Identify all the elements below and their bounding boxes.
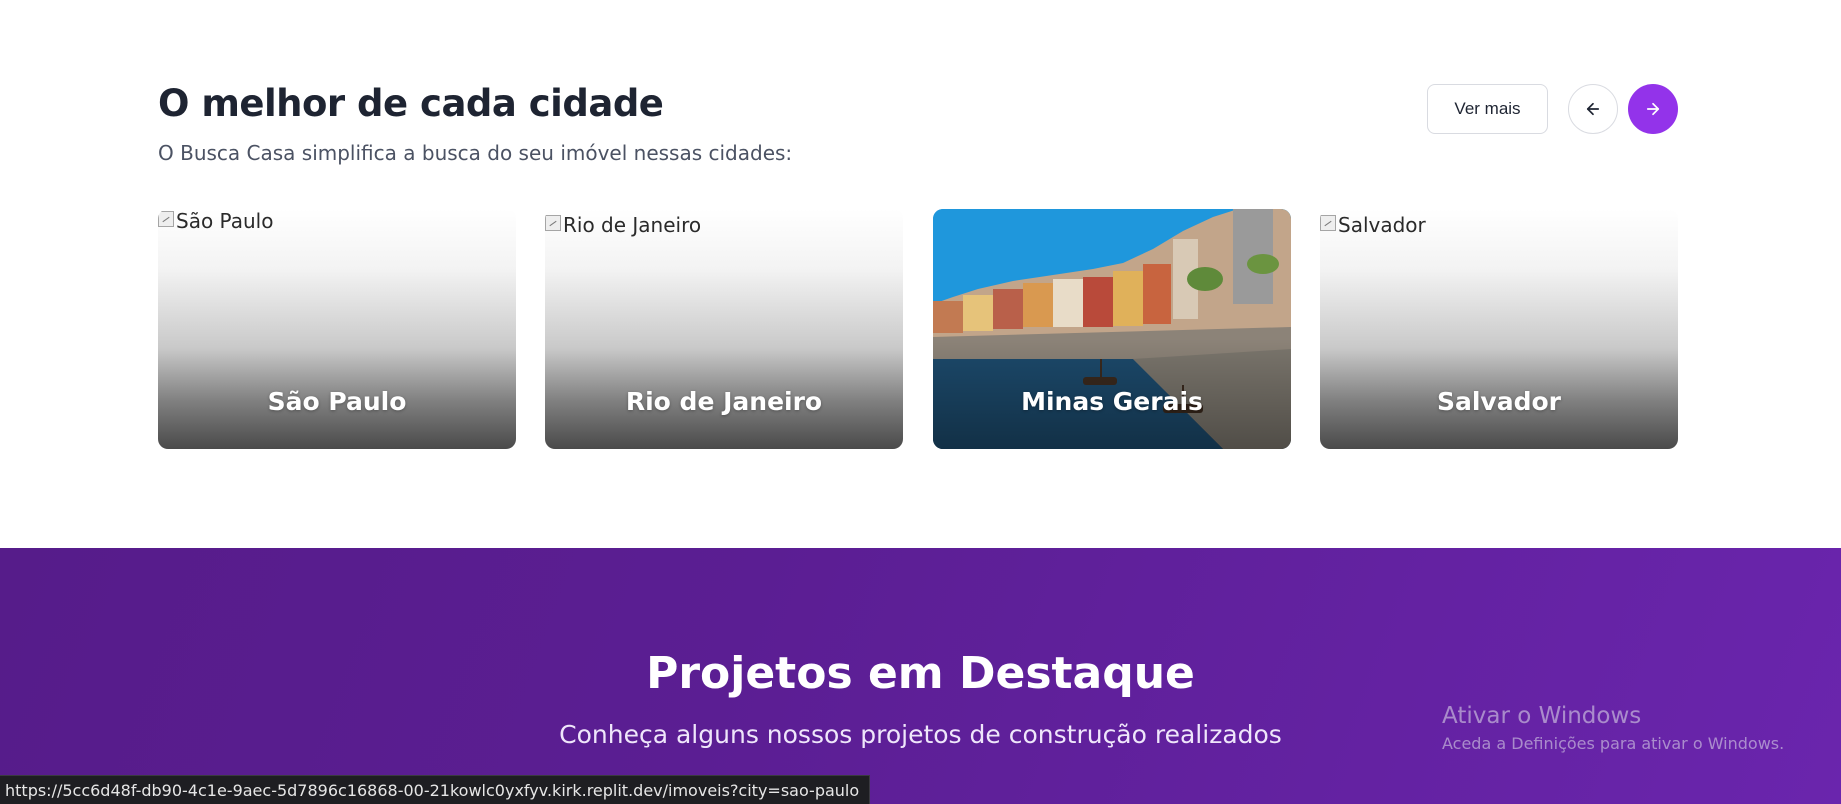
arrow-left-icon xyxy=(1586,102,1600,116)
broken-image-icon xyxy=(545,215,561,231)
projects-section-title: Projetos em Destaque xyxy=(646,648,1195,699)
carousel-next-button[interactable] xyxy=(1628,84,1678,134)
broken-image-placeholder: São Paulo xyxy=(158,209,273,233)
image-alt-text: São Paulo xyxy=(176,209,274,233)
broken-image-placeholder: Salvador xyxy=(1320,213,1426,237)
broken-image-icon xyxy=(1320,215,1336,231)
carousel-prev-button[interactable] xyxy=(1568,84,1618,134)
broken-image-icon xyxy=(158,211,174,227)
windows-activation-title: Ativar o Windows xyxy=(1442,703,1642,729)
city-card-name: Salvador xyxy=(1436,387,1561,416)
image-alt-text: Salvador xyxy=(1338,213,1426,237)
ver-mais-button[interactable]: Ver mais xyxy=(1427,84,1548,134)
arrow-right-icon xyxy=(1646,102,1660,116)
projects-section: Projetos em Destaque Conheça alguns noss… xyxy=(0,548,1841,804)
windows-activation-subtitle: Aceda a Definições para ativar o Windows… xyxy=(1442,734,1785,753)
status-bar-url: https://5cc6d48f-db90-4c1e-9aec-5d7896c1… xyxy=(0,775,871,804)
city-card-name: Minas Gerais xyxy=(1021,387,1203,416)
city-card-name: São Paulo xyxy=(267,387,407,416)
cities-section-title: O melhor de cada cidade xyxy=(158,82,664,125)
image-alt-text: Rio de Janeiro xyxy=(563,213,702,237)
city-card-sao-paulo[interactable]: São Paulo São Paulo xyxy=(158,209,516,449)
cities-section-subtitle: O Busca Casa simplifica a busca do seu i… xyxy=(158,141,793,165)
city-card-minas-gerais[interactable]: Minas Gerais xyxy=(933,209,1291,449)
broken-image-placeholder: Rio de Janeiro xyxy=(545,213,701,237)
cities-section: O melhor de cada cidade O Busca Casa sim… xyxy=(0,0,1841,548)
windows-activation-watermark: Ativar o Windows Aceda a Definições para… xyxy=(1442,703,1784,753)
city-card-rio-de-janeiro[interactable]: Rio de Janeiro Rio de Janeiro xyxy=(545,209,903,449)
city-card-name: Rio de Janeiro xyxy=(625,387,823,416)
city-card-salvador[interactable]: Salvador Salvador xyxy=(1320,209,1678,449)
